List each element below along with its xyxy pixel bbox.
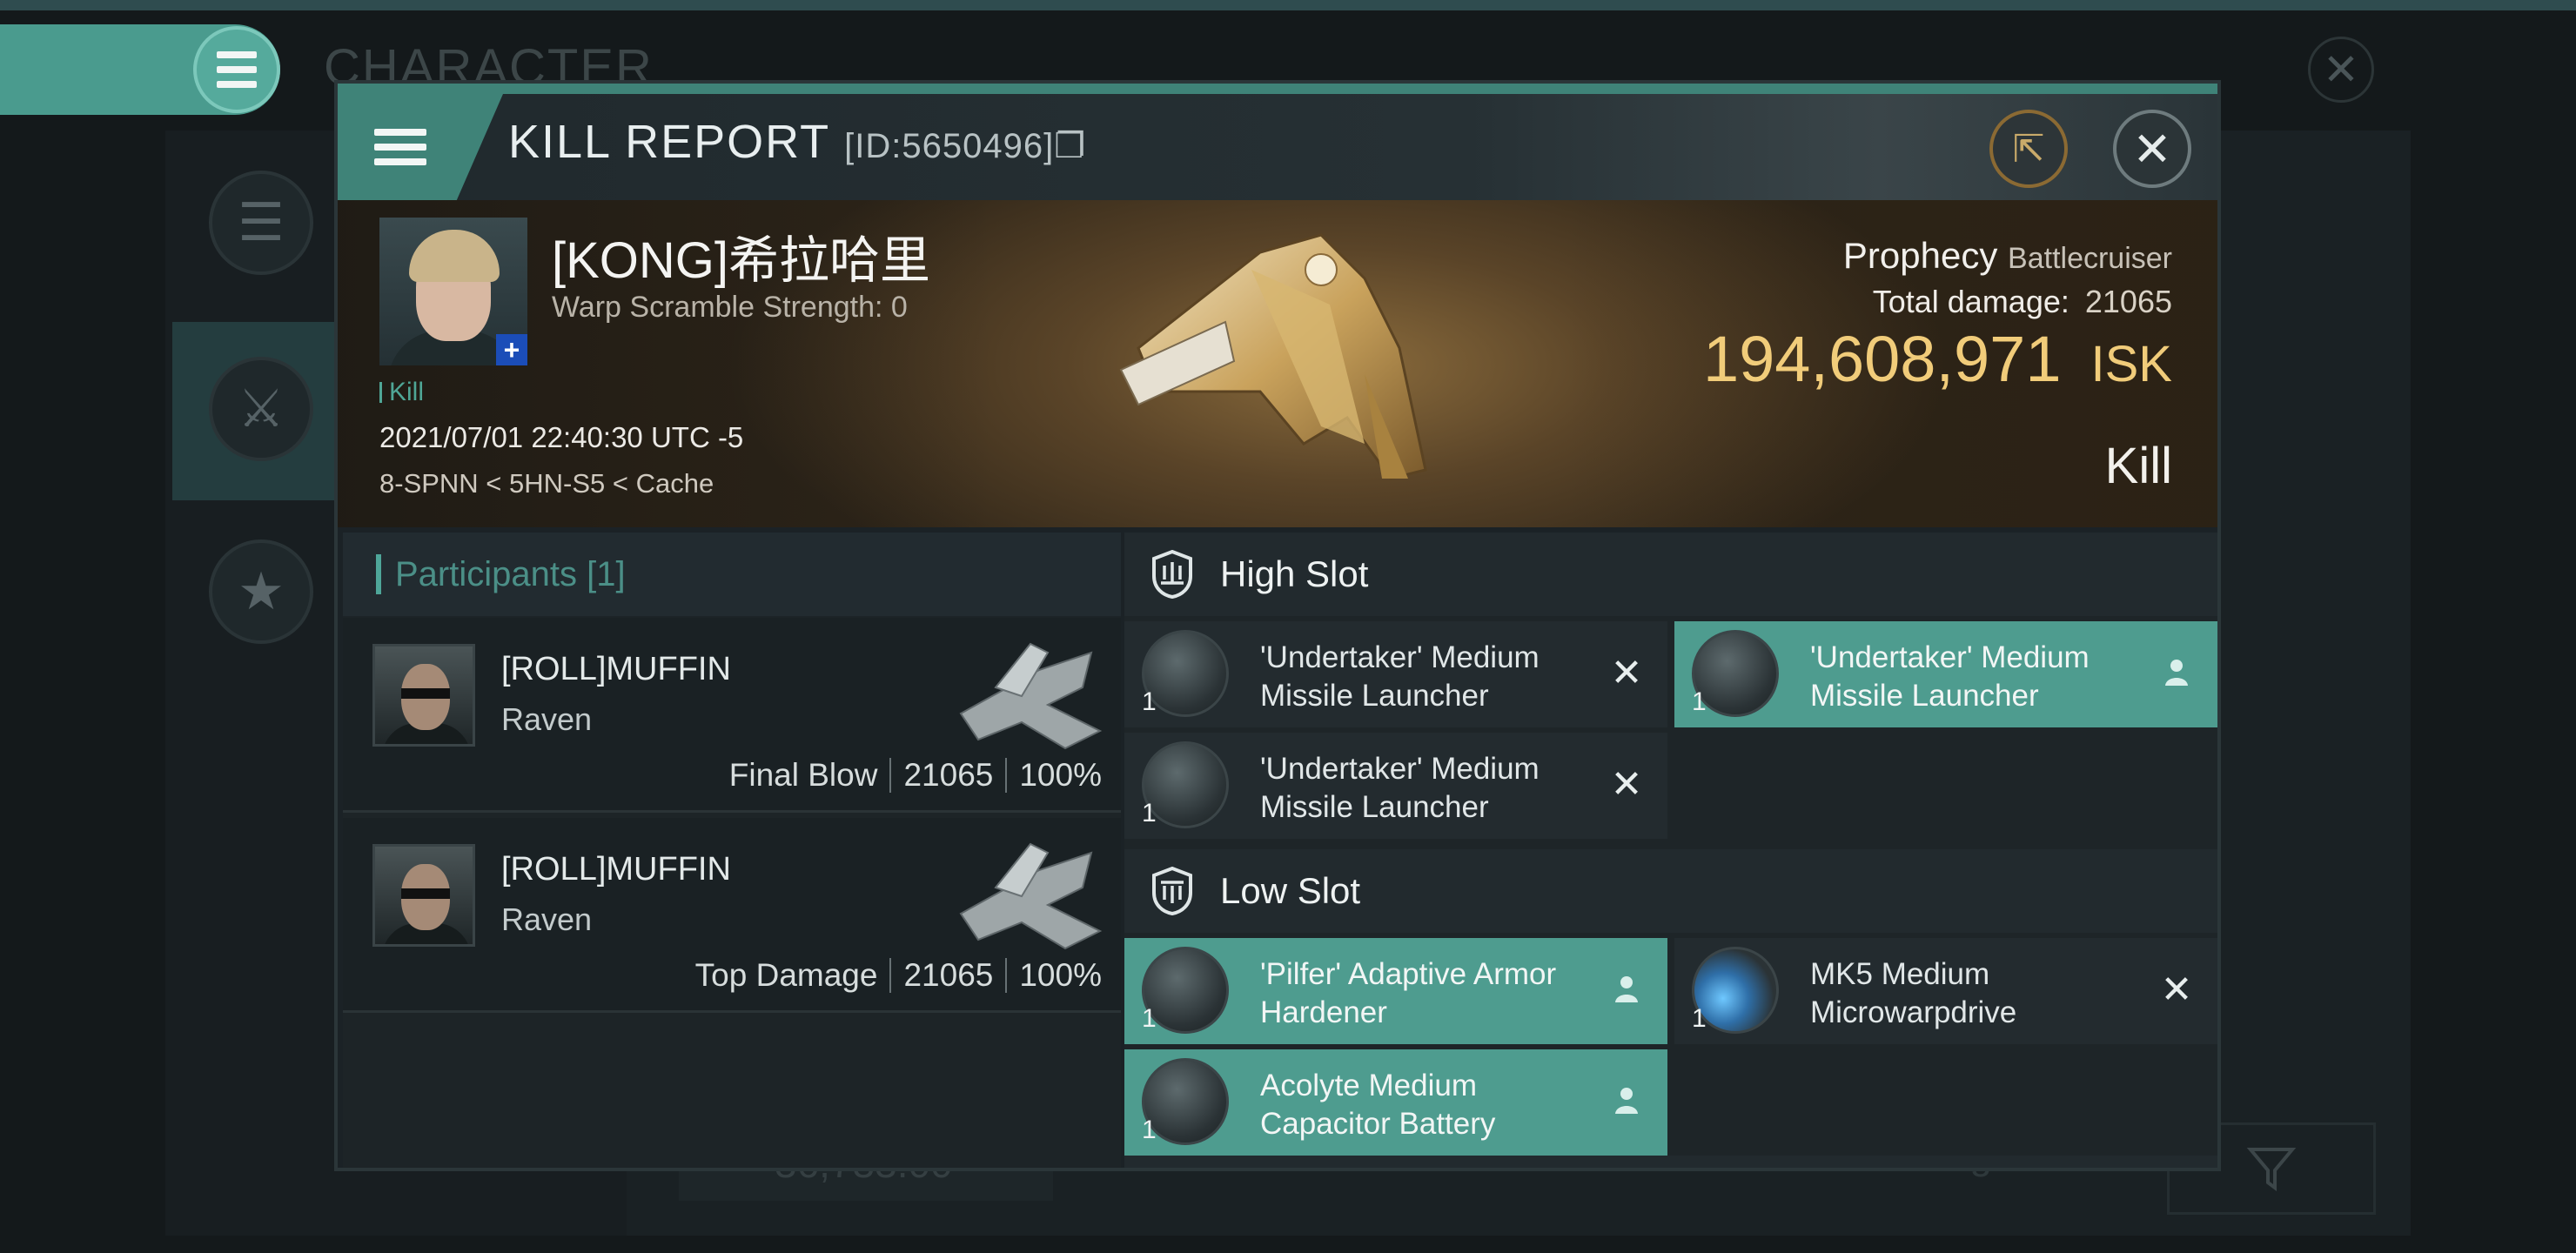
low-slot-shield-icon xyxy=(1152,867,1192,915)
participant-label: Final Blow xyxy=(728,757,878,793)
module-item[interactable]: 1 'Undertaker' Medium Missile Launcher ✕ xyxy=(1124,621,1667,727)
participant-label: Top Damage xyxy=(694,957,878,993)
prophecy-ship-icon xyxy=(1119,233,1427,480)
participant-ship: Raven xyxy=(501,901,593,937)
participants-panel: Participants [1] [ROLL]MUFFIN Raven Fina… xyxy=(343,533,1121,1168)
participant-damage: 21065 xyxy=(903,757,994,793)
person-icon xyxy=(1607,1081,1647,1121)
kill-tag-label: Kill xyxy=(389,378,425,406)
fitting-slots-panel: High Slot 1 'Undertaker' Medium Missile … xyxy=(1124,533,2217,1168)
raven-ship-icon xyxy=(959,642,1103,750)
participant-row[interactable]: [ROLL]MUFFIN Raven Top Damage 21065 100% xyxy=(343,818,1121,1013)
module-name: 'Undertaker' Medium Missile Launcher xyxy=(1810,640,2090,713)
participant-damage: 21065 xyxy=(903,957,994,993)
module-item[interactable]: 1 'Undertaker' Medium Missile Launcher ✕ xyxy=(1124,733,1667,839)
total-damage-label: Total damage: xyxy=(1872,284,2070,319)
warp-scramble-strength: Warp Scramble Strength: 0 xyxy=(552,291,908,324)
share-icon: ⇱ xyxy=(2012,127,2045,171)
victim-banner: + [KONG]希拉哈里 Warp Scramble Strength: 0 K… xyxy=(338,200,2217,527)
participant-stats: Final Blow 21065 100% xyxy=(729,757,1102,794)
modal-accent-bar xyxy=(338,84,2217,94)
close-x-icon: ✕ xyxy=(1610,651,1643,694)
close-x-icon: ✕ xyxy=(2160,968,2193,1011)
total-damage: Total damage: 21065 xyxy=(1873,284,2172,320)
module-quantity: 1 xyxy=(1692,1004,1707,1033)
add-contact-icon[interactable]: + xyxy=(496,334,527,365)
low-slot-title: Low Slot xyxy=(1220,870,1361,911)
participant-percent: 100% xyxy=(1019,757,1102,793)
share-button[interactable]: ⇱ xyxy=(1989,110,2068,188)
close-button[interactable]: ✕ xyxy=(2113,110,2191,188)
hamburger-icon xyxy=(374,129,426,165)
victim-ship-name[interactable]: Prophecy xyxy=(1843,235,1997,276)
module-name: MK5 Medium Microwarpdrive xyxy=(1810,957,2017,1029)
person-icon xyxy=(1607,969,1647,1009)
module-quantity: 1 xyxy=(1142,799,1157,828)
module-name: 'Pilfer' Adaptive Armor Hardener xyxy=(1260,957,1557,1029)
raven-ship-icon xyxy=(959,842,1103,950)
low-slot-header: Low Slot xyxy=(1124,849,2217,933)
person-icon xyxy=(2157,653,2197,693)
module-name: Acolyte Medium Capacitor Battery xyxy=(1260,1069,1496,1141)
module-quantity: 1 xyxy=(1142,1004,1157,1033)
module-item[interactable]: 1 'Pilfer' Adaptive Armor Hardener xyxy=(1124,938,1667,1044)
high-slot-title: High Slot xyxy=(1220,553,1369,594)
isk-value: 194,608,971 ISK xyxy=(1703,322,2172,396)
close-icon: ✕ xyxy=(2132,123,2172,176)
kill-tag: Kill xyxy=(379,378,424,407)
participants-header: Participants [1] xyxy=(343,533,1121,616)
participant-name: [ROLL]MUFFIN xyxy=(501,651,731,687)
background-close-button[interactable]: ✕ xyxy=(2308,37,2374,103)
kill-report-modal: KILL REPORT [ID:5650496]❐ ⇱ ✕ + [KONG]希拉… xyxy=(334,80,2221,1171)
crossed-swords-icon[interactable]: ⚔ xyxy=(209,357,313,461)
participant-ship: Raven xyxy=(501,701,593,737)
participant-name: [ROLL]MUFFIN xyxy=(501,851,731,888)
high-slot-shield-icon xyxy=(1152,550,1192,599)
filter-icon xyxy=(2246,1148,2297,1191)
close-x-icon: ✕ xyxy=(1610,762,1643,806)
module-name: 'Undertaker' Medium Missile Launcher xyxy=(1260,640,1540,713)
module-name: 'Undertaker' Medium Missile Launcher xyxy=(1260,752,1540,824)
module-item[interactable]: 1 MK5 Medium Microwarpdrive ✕ xyxy=(1674,938,2217,1044)
victim-name[interactable]: [KONG]希拉哈里 xyxy=(552,219,930,292)
module-quantity: 1 xyxy=(1692,687,1707,716)
module-quantity: 1 xyxy=(1142,1116,1157,1144)
kill-datetime: 2021/07/01 22:40:30 UTC -5 xyxy=(379,421,744,453)
kill-id: [ID:5650496] xyxy=(844,127,1055,165)
modal-title-text: KILL REPORT xyxy=(508,116,830,168)
participant-percent: 100% xyxy=(1019,957,1102,993)
participants-title: Participants [1] xyxy=(395,554,626,593)
main-menu-button[interactable] xyxy=(193,26,280,113)
modal-title: KILL REPORT [ID:5650496]❐ xyxy=(508,115,1086,169)
participant-avatar[interactable] xyxy=(372,644,475,747)
isk-unit: ISK xyxy=(2090,336,2173,392)
victim-ship: Prophecy Battlecruiser xyxy=(1843,235,2172,277)
star-badge-icon[interactable]: ★ xyxy=(209,539,313,644)
list-icon[interactable]: ☰ xyxy=(209,171,313,275)
hamburger-icon xyxy=(217,51,257,88)
high-slot-header: High Slot xyxy=(1124,533,2217,616)
copy-id-icon[interactable]: ❐ xyxy=(1054,127,1086,165)
isk-amount: 194,608,971 xyxy=(1702,323,2062,395)
background-top-bar xyxy=(0,0,2576,10)
participant-avatar[interactable] xyxy=(372,844,475,947)
module-quantity: 1 xyxy=(1142,687,1157,716)
participant-stats: Top Damage 21065 100% xyxy=(695,957,1102,994)
mid-slot-header-partial xyxy=(1124,1156,2217,1168)
kill-result: Kill xyxy=(2104,438,2172,494)
total-damage-value: 21065 xyxy=(2084,284,2172,319)
module-item[interactable]: 1 'Undertaker' Medium Missile Launcher xyxy=(1674,621,2217,727)
participant-row[interactable]: [ROLL]MUFFIN Raven Final Blow 21065 100% xyxy=(343,618,1121,813)
module-item[interactable]: 1 Acolyte Medium Capacitor Battery xyxy=(1124,1049,1667,1156)
kill-location[interactable]: 8-SPNN < 5HN-S5 < Cache xyxy=(379,468,714,499)
victim-ship-class: Battlecruiser xyxy=(2008,242,2172,275)
